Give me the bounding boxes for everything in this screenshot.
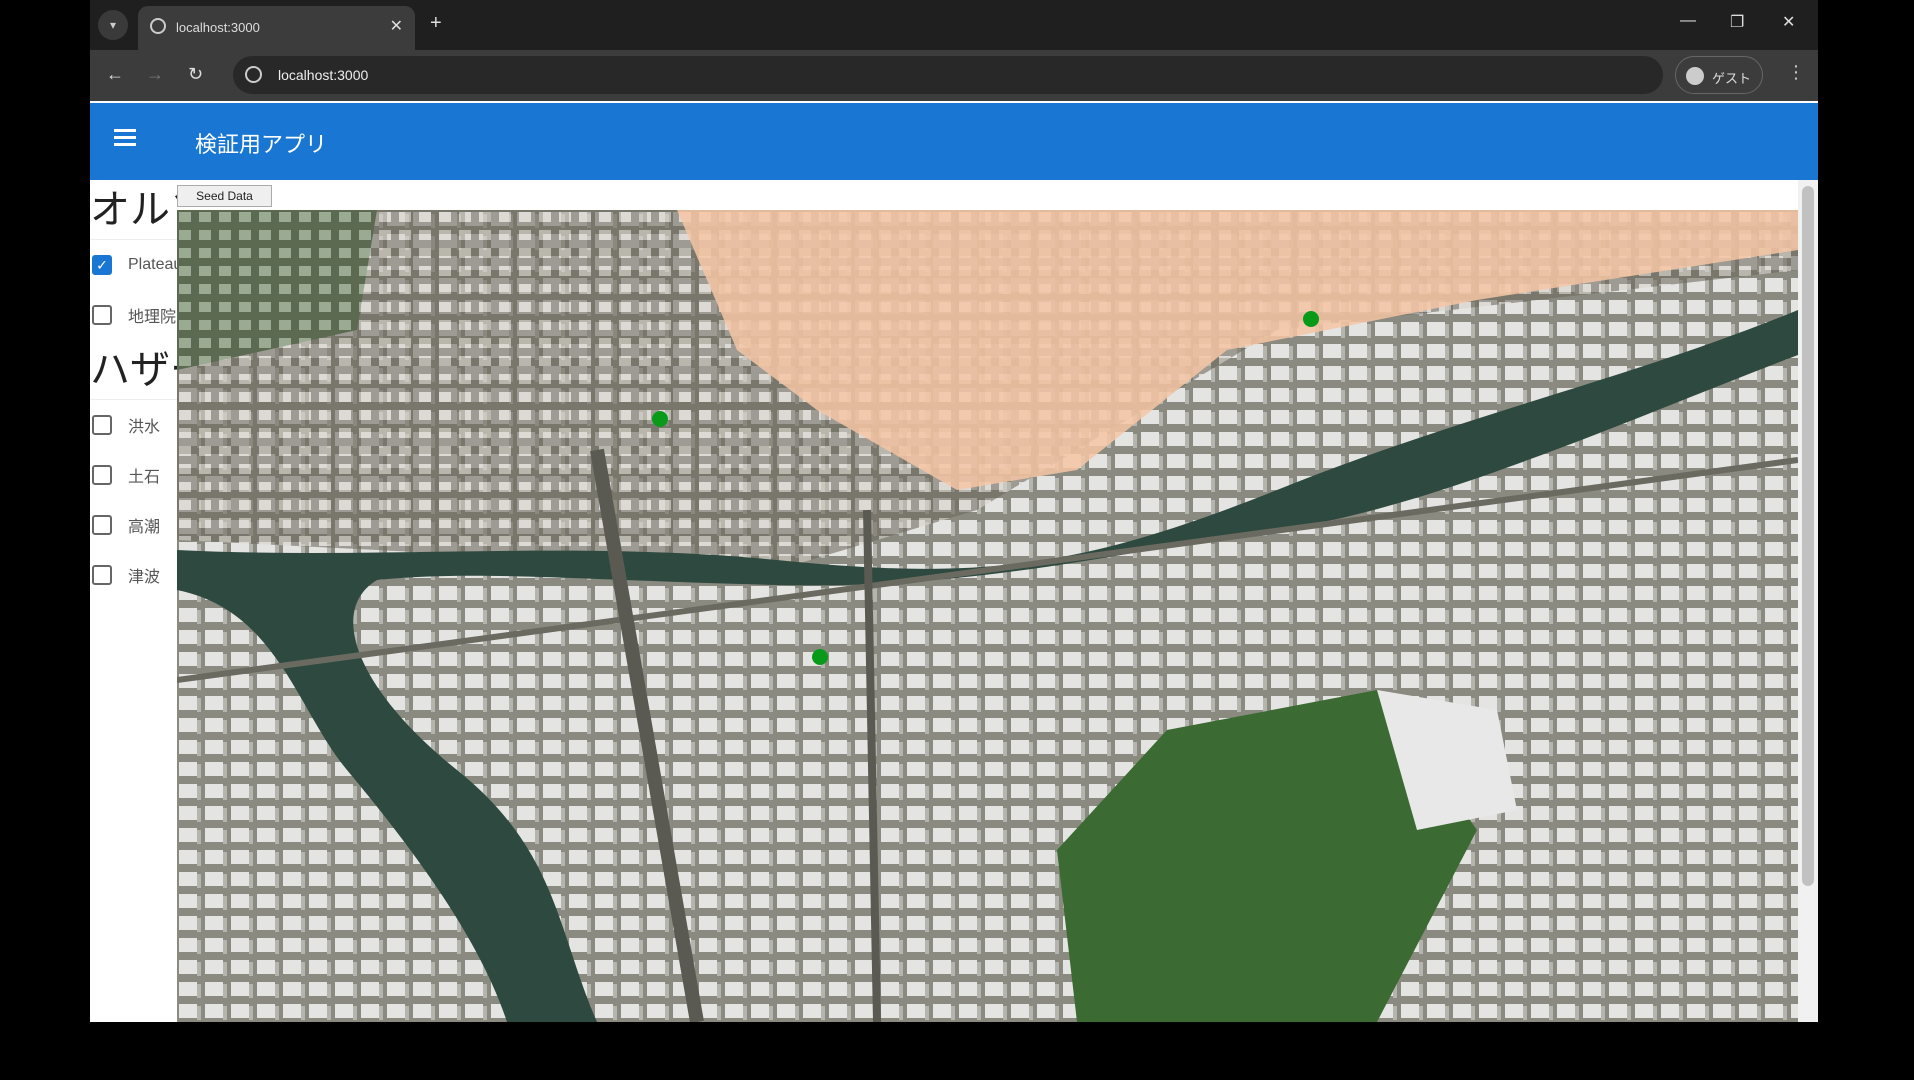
back-button[interactable]: ← bbox=[106, 64, 124, 85]
layer-item-gsi[interactable]: 地理院 bbox=[90, 290, 177, 340]
layer-label: 津波 bbox=[128, 569, 161, 586]
more-menu-icon[interactable]: ⋮ bbox=[1787, 62, 1805, 83]
close-window-button[interactable]: ✕ bbox=[1782, 12, 1795, 32]
profile-icon bbox=[1686, 67, 1704, 85]
site-info-icon[interactable] bbox=[245, 66, 262, 83]
layer-label: 地理院 bbox=[128, 309, 177, 326]
checkbox-checked[interactable]: ✓ bbox=[92, 255, 112, 275]
tab-title: localhost:3000 bbox=[176, 20, 260, 35]
section-hazard-title: ハザード bbox=[90, 340, 177, 400]
app-title: 検証用アプリ bbox=[195, 132, 328, 157]
checkbox[interactable] bbox=[92, 515, 112, 535]
seed-data-button[interactable]: Seed Data bbox=[177, 185, 272, 207]
profile-button[interactable]: ゲスト bbox=[1675, 56, 1763, 94]
address-bar[interactable]: localhost:3000 bbox=[233, 56, 1663, 94]
layer-sidebar: オルソ ✓ Plateau 地理院 ハザード 洪水 土石 高潮 津波 bbox=[90, 180, 177, 1022]
map-marker bbox=[1303, 311, 1319, 327]
layer-label: Plateau bbox=[128, 256, 177, 273]
browser-toolbar: ← → ↻ localhost:3000 ゲスト ⋮ bbox=[90, 50, 1818, 101]
browser-window: ▾ localhost:3000 ✕ + — ❐ ✕ ← → ↻ localho… bbox=[90, 0, 1818, 1022]
profile-label: ゲスト bbox=[1712, 71, 1752, 86]
hamburger-menu-icon[interactable] bbox=[114, 129, 136, 147]
checkbox[interactable] bbox=[92, 465, 112, 485]
layer-item-plateau[interactable]: ✓ Plateau bbox=[90, 240, 177, 290]
layer-item-storm-surge[interactable]: 高潮 bbox=[90, 500, 177, 550]
3d-city-map[interactable] bbox=[177, 210, 1798, 1022]
checkbox[interactable] bbox=[92, 565, 112, 585]
close-tab-icon[interactable]: ✕ bbox=[390, 16, 403, 36]
url-text: localhost:3000 bbox=[278, 67, 369, 83]
new-tab-button[interactable]: + bbox=[430, 12, 442, 35]
minimize-button[interactable]: — bbox=[1680, 12, 1696, 30]
layer-label: 土石 bbox=[128, 469, 161, 486]
globe-icon bbox=[150, 18, 166, 34]
page-scrollbar[interactable] bbox=[1798, 180, 1818, 1022]
checkbox[interactable] bbox=[92, 415, 112, 435]
map-marker bbox=[812, 649, 828, 665]
scrollbar-thumb[interactable] bbox=[1802, 186, 1814, 886]
tab-search-button[interactable]: ▾ bbox=[98, 10, 128, 40]
checkbox[interactable] bbox=[92, 305, 112, 325]
layer-item-flood[interactable]: 洪水 bbox=[90, 400, 177, 450]
forward-button[interactable]: → bbox=[146, 64, 164, 85]
layer-item-tsunami[interactable]: 津波 bbox=[90, 550, 177, 600]
app-header: 検証用アプリ bbox=[90, 103, 1818, 180]
tab-strip: ▾ localhost:3000 ✕ + — ❐ ✕ bbox=[90, 0, 1818, 50]
restore-button[interactable]: ❐ bbox=[1730, 12, 1744, 32]
tab-localhost[interactable]: localhost:3000 ✕ bbox=[138, 6, 415, 50]
layer-label: 高潮 bbox=[128, 519, 161, 536]
layer-label: 洪水 bbox=[128, 419, 161, 436]
reload-button[interactable]: ↻ bbox=[188, 64, 203, 85]
map-marker bbox=[652, 411, 668, 427]
layer-item-landslide[interactable]: 土石 bbox=[90, 450, 177, 500]
section-ortho-title: オルソ bbox=[90, 180, 177, 240]
